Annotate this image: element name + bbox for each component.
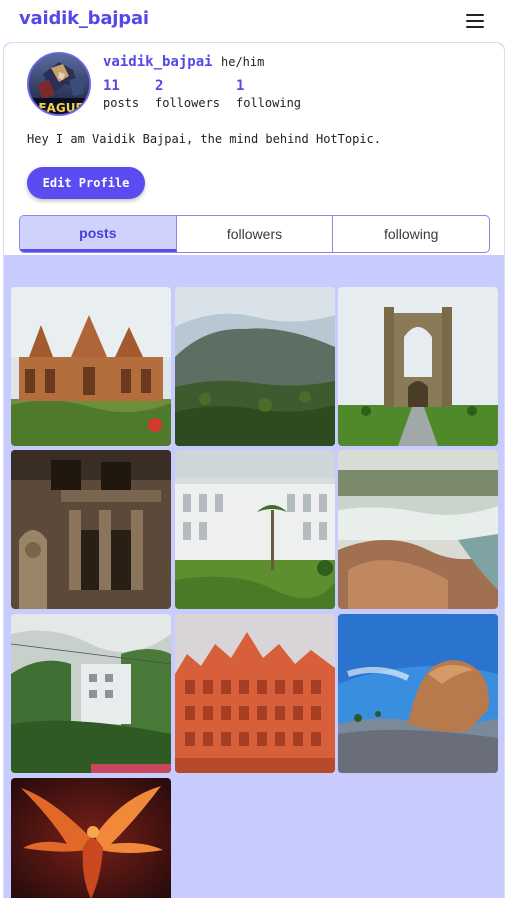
post-thumbnail[interactable] <box>338 614 498 773</box>
stat-following-label: following <box>236 96 302 110</box>
profile-username: vaidik_bajpai <box>103 54 213 70</box>
stat-posts-label: posts <box>103 96 140 110</box>
avatar[interactable]: EAGUE <box>27 52 91 116</box>
post-image-hawa-mahal <box>175 614 335 773</box>
post-thumbnail[interactable] <box>175 450 335 609</box>
edit-profile-button[interactable]: Edit Profile <box>27 167 145 199</box>
tab-following[interactable]: following <box>333 216 489 252</box>
menu-line <box>466 20 484 22</box>
stat-followers[interactable]: 2 followers <box>155 78 220 111</box>
stat-posts-value: 11 <box>103 78 120 94</box>
brand-title[interactable]: vaidik_bajpai <box>19 8 149 29</box>
post-image-cave-carvings <box>11 450 171 609</box>
menu-line <box>466 26 484 28</box>
post-image-rock-formation <box>338 614 498 773</box>
hamburger-menu-icon[interactable] <box>463 10 489 32</box>
stat-following[interactable]: 1 following <box>236 78 301 111</box>
profile-pronouns: he/him <box>221 55 265 69</box>
post-thumbnail[interactable] <box>338 287 498 446</box>
stat-posts[interactable]: 11 posts <box>103 78 139 111</box>
menu-line <box>466 14 484 16</box>
profile-bio: Hey I am Vaidik Bajpai, the mind behind … <box>27 132 382 146</box>
post-thumbnail[interactable] <box>11 614 171 773</box>
post-image-white-palace <box>175 450 335 609</box>
profile-tabs: posts followers following <box>19 215 490 253</box>
top-bar: vaidik_bajpai <box>0 0 508 42</box>
post-thumbnail[interactable] <box>11 287 171 446</box>
stat-followers-value: 2 <box>155 78 164 94</box>
post-thumbnail[interactable] <box>175 614 335 773</box>
post-image-misty-mountain <box>175 287 335 446</box>
tab-posts[interactable]: posts <box>20 216 177 252</box>
stat-following-value: 1 <box>236 78 245 94</box>
post-thumbnail[interactable] <box>338 450 498 609</box>
post-image-temple-chhatris <box>11 287 171 446</box>
stat-followers-label: followers <box>155 96 221 110</box>
post-image-mandu-gate <box>338 287 498 446</box>
post-thumbnail[interactable] <box>11 778 171 898</box>
post-image-hill-town <box>11 614 171 773</box>
post-thumbnail[interactable] <box>175 287 335 446</box>
tab-followers[interactable]: followers <box>177 216 334 252</box>
post-thumbnail[interactable] <box>11 450 171 609</box>
post-image-phoenix <box>11 778 171 898</box>
post-image-waterfall-rocks <box>338 450 498 609</box>
